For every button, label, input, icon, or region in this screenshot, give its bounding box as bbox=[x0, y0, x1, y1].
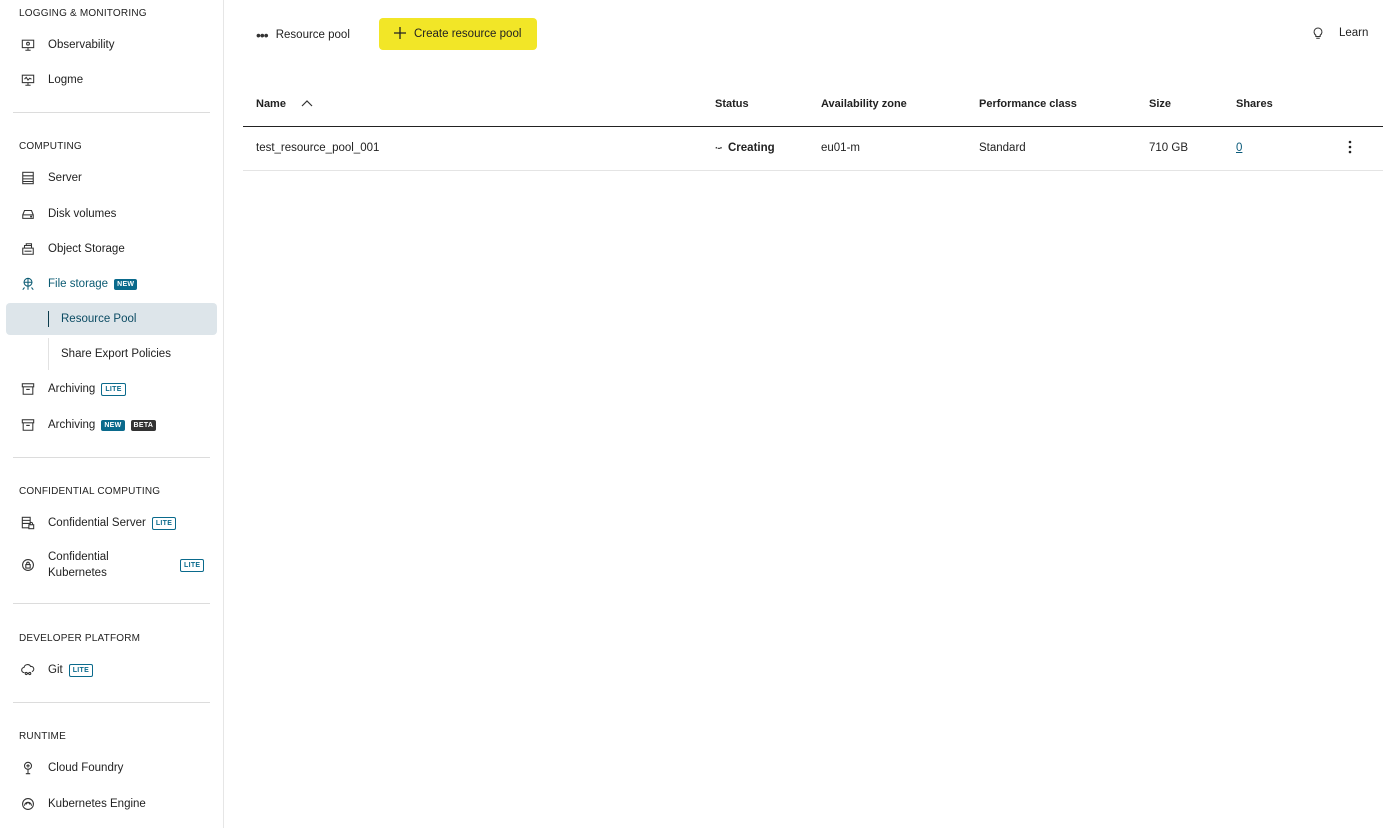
create-resource-pool-button[interactable]: Create resource pool bbox=[379, 18, 537, 50]
status-label: Creating bbox=[728, 142, 775, 154]
sidebar-item-label: Logme bbox=[48, 74, 84, 86]
divider bbox=[13, 457, 210, 458]
new-badge: NEW bbox=[114, 278, 138, 290]
cell-name[interactable]: test_resource_pool_001 bbox=[256, 142, 379, 154]
column-header-size[interactable]: Size bbox=[1149, 98, 1171, 110]
sidebar-item-label: Observability bbox=[48, 39, 115, 51]
monitor-log-icon bbox=[20, 73, 35, 88]
cell-shares-link[interactable]: 0 bbox=[1236, 142, 1242, 154]
sidebar-item-label: Resource Pool bbox=[61, 313, 137, 325]
resource-pool-menu-label: Resource pool bbox=[275, 29, 350, 41]
sidebar-item-label: Kubernetes Engine bbox=[48, 798, 146, 810]
sidebar-item-cloud-foundry[interactable]: Cloud Foundry bbox=[0, 753, 223, 783]
sidebar-item-server[interactable]: Server bbox=[0, 163, 223, 193]
monitor-icon bbox=[20, 38, 35, 53]
sidebar-item-label: Confidential Kubernetes bbox=[48, 549, 109, 581]
lite-badge: LITE bbox=[151, 516, 177, 530]
sidebar-item-file-storage[interactable]: File storage NEW bbox=[0, 269, 223, 299]
row-actions-kebab-icon[interactable] bbox=[1343, 140, 1357, 156]
tree-line bbox=[48, 338, 49, 370]
section-title-logging: LOGGING & MONITORING bbox=[19, 8, 147, 19]
kubernetes-icon bbox=[20, 797, 35, 812]
sidebar-item-confidential-server[interactable]: Confidential Server LITE bbox=[0, 508, 223, 538]
section-title-developer: DEVELOPER PLATFORM bbox=[19, 633, 141, 644]
resource-pool-table: Name Status Availability zone Performanc… bbox=[243, 88, 1383, 171]
cell-performance-class: Standard bbox=[979, 142, 1026, 154]
archive-icon bbox=[20, 382, 35, 397]
learn-button[interactable]: Learn bbox=[1311, 26, 1368, 40]
sort-ascending-icon[interactable] bbox=[301, 99, 313, 107]
sidebar: LOGGING & MONITORING Observability Logme… bbox=[0, 0, 224, 828]
learn-label: Learn bbox=[1339, 27, 1369, 39]
sidebar-item-label: Cloud Foundry bbox=[48, 762, 124, 774]
sidebar-subitem-share-export-policies[interactable]: Share Export Policies bbox=[6, 338, 217, 370]
sidebar-item-label: Disk volumes bbox=[48, 208, 117, 220]
sidebar-item-kubernetes-engine[interactable]: Kubernetes Engine bbox=[0, 789, 223, 819]
sidebar-item-confidential-kubernetes[interactable]: Confidential Kubernetes LITE bbox=[0, 548, 223, 582]
cell-availability-zone: eu01-m bbox=[821, 142, 860, 154]
bucket-icon bbox=[20, 242, 35, 257]
sidebar-item-label: Git bbox=[48, 664, 63, 676]
plus-icon bbox=[394, 27, 406, 39]
disk-icon bbox=[20, 207, 35, 222]
sidebar-item-disk-volumes[interactable]: Disk volumes bbox=[0, 199, 223, 229]
column-header-availability-zone[interactable]: Availability zone bbox=[821, 98, 907, 110]
sidebar-item-label: Archiving bbox=[48, 419, 96, 431]
column-header-shares[interactable]: Shares bbox=[1236, 98, 1273, 110]
create-button-label: Create resource pool bbox=[414, 28, 522, 40]
divider bbox=[13, 702, 210, 703]
section-title-confidential: CONFIDENTIAL COMPUTING bbox=[19, 486, 161, 497]
sidebar-item-observability[interactable]: Observability bbox=[0, 30, 223, 60]
more-horizontal-icon: ••• bbox=[256, 27, 269, 43]
section-title-computing: COMPUTING bbox=[19, 141, 82, 152]
label-line-1: Confidential bbox=[48, 551, 109, 563]
sidebar-item-logme[interactable]: Logme bbox=[0, 65, 223, 95]
sidebar-item-archiving-lite[interactable]: Archiving LITE bbox=[0, 374, 223, 404]
server-icon bbox=[20, 171, 35, 186]
sidebar-item-label: File storage bbox=[48, 278, 109, 290]
section-title-runtime: RUNTIME bbox=[19, 731, 66, 742]
cloud-foundry-icon bbox=[20, 761, 35, 776]
cell-status: ·-· Creating bbox=[715, 142, 775, 154]
sidebar-item-object-storage[interactable]: Object Storage bbox=[0, 234, 223, 264]
git-icon bbox=[20, 663, 35, 678]
table-header-row: Name Status Availability zone Performanc… bbox=[243, 88, 1383, 127]
sidebar-subitem-resource-pool[interactable]: Resource Pool bbox=[6, 303, 217, 335]
progress-dots-icon: ·-· bbox=[715, 143, 723, 154]
column-header-performance-class[interactable]: Performance class bbox=[979, 98, 1077, 110]
active-indicator bbox=[48, 311, 49, 327]
cell-size: 710 GB bbox=[1149, 142, 1188, 154]
resource-pool-actions-menu[interactable]: ••• Resource pool bbox=[256, 24, 350, 46]
column-header-name[interactable]: Name bbox=[256, 98, 313, 110]
new-badge: NEW bbox=[101, 419, 125, 431]
divider bbox=[13, 112, 210, 113]
sidebar-item-label: Object Storage bbox=[48, 243, 125, 255]
label-line-2: Kubernetes bbox=[48, 567, 107, 579]
divider bbox=[13, 603, 210, 604]
lite-badge: LITE bbox=[101, 382, 126, 396]
file-storage-icon bbox=[20, 277, 35, 292]
lite-badge: LITE bbox=[68, 663, 94, 677]
sidebar-item-label: Archiving bbox=[48, 383, 96, 395]
sidebar-item-archiving-new[interactable]: Archiving NEW BETA bbox=[0, 410, 223, 440]
archive-icon bbox=[20, 418, 35, 433]
column-header-status[interactable]: Status bbox=[715, 98, 749, 110]
sidebar-item-label: Server bbox=[48, 172, 82, 184]
lightbulb-icon bbox=[1313, 27, 1323, 39]
column-header-label: Name bbox=[256, 98, 286, 110]
sidebar-item-git[interactable]: Git LITE bbox=[0, 655, 223, 685]
lite-badge: LITE bbox=[180, 558, 205, 572]
table-row[interactable]: test_resource_pool_001 ·-· Creating eu01-… bbox=[243, 127, 1383, 171]
secure-kubernetes-icon bbox=[20, 558, 35, 573]
secure-server-icon bbox=[20, 516, 35, 531]
sidebar-item-label: Share Export Policies bbox=[61, 348, 171, 360]
sidebar-item-label: Confidential Server bbox=[48, 517, 146, 529]
beta-badge: BETA bbox=[130, 419, 157, 431]
